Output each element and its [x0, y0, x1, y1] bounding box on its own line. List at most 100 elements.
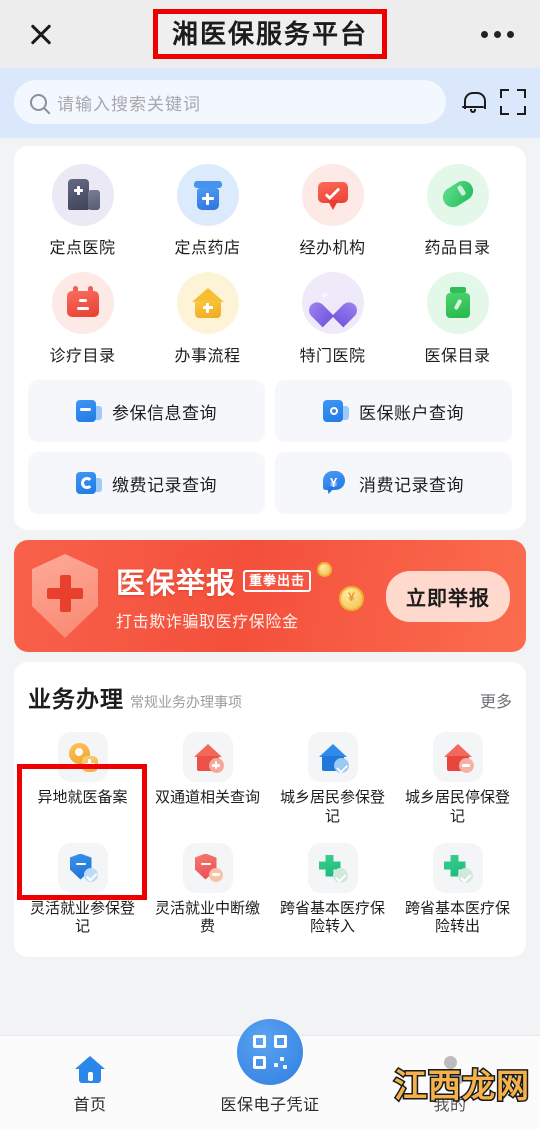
report-now-button[interactable]: 立即举报	[386, 570, 510, 622]
service-item-label: 城乡居民参保登记	[279, 789, 385, 825]
quick-item-label: 定点医院	[49, 240, 116, 257]
search-band: 请输入搜索关键词	[0, 68, 540, 138]
qr-code-icon[interactable]	[237, 1019, 303, 1085]
shield-blue-check-icon	[57, 842, 108, 893]
service-item-label: 城乡居民停保登记	[404, 789, 510, 825]
scan-icon[interactable]	[500, 89, 526, 115]
capsule-icon	[426, 164, 489, 226]
query-button-label: 缴费记录查询	[112, 475, 217, 495]
service-item-linghuojiuyezhongduan[interactable]: 灵活就业中断缴费	[145, 837, 270, 948]
house-blue-check-icon	[307, 732, 358, 782]
service-item-label: 灵活就业中断缴费	[154, 899, 260, 936]
dot	[507, 30, 514, 38]
quick-item-label: 办事流程	[174, 348, 241, 365]
nav-item-ecard[interactable]: 医保电子凭证	[180, 1019, 360, 1129]
service-item-linghuojiuyecanbao[interactable]: 灵活就业参保登记	[20, 837, 145, 948]
watermark: 江西龙网	[393, 1065, 531, 1107]
query-button-xiaofeijilu[interactable]: ¥ 消费记录查询	[275, 452, 512, 514]
banner-subtitle: 打击欺诈骗取医疗保险金	[116, 614, 299, 631]
payment-record-icon	[76, 470, 102, 496]
service-more-link[interactable]: 更多	[480, 688, 512, 712]
service-item-label: 跨省基本医疗保险转入	[279, 899, 385, 936]
quick-entry-card: 定点医院 定点药店 经办机构 药品目录 诊疗目录 办事流程 特门医院 医保目录 …	[14, 146, 526, 530]
coin-icon	[317, 562, 332, 577]
service-item-chengxiangtingbao[interactable]: 城乡居民停保登记	[395, 726, 520, 837]
pharmacy-icon	[176, 164, 239, 226]
search-input[interactable]: 请输入搜索关键词	[14, 80, 446, 124]
house-red-icon	[182, 732, 233, 782]
quick-item-label: 经办机构	[299, 240, 366, 257]
bell-icon[interactable]	[462, 90, 486, 114]
more-dots-icon[interactable]	[481, 30, 514, 38]
consumption-record-icon: ¥	[323, 470, 349, 496]
service-item-kuashengzhuanchu[interactable]: 跨省基本医疗保险转出	[395, 837, 520, 948]
banner-badge: 重拳出击	[243, 570, 312, 592]
medicine-bottle-icon	[426, 272, 489, 334]
quick-item-label: 药品目录	[424, 240, 491, 257]
quick-item-temenyiyuan[interactable]: 特门医院	[270, 268, 395, 376]
agency-badge-icon	[301, 164, 364, 226]
service-header: 业务办理 常规业务办理事项 更多	[20, 676, 520, 726]
service-item-shuangtongdao[interactable]: 双通道相关查询	[145, 726, 270, 837]
nav-item-label: 首页	[73, 1097, 107, 1114]
query-button-label: 参保信息查询	[112, 403, 217, 423]
service-grid: 异地就医备案 双通道相关查询 城乡居民参保登记 城乡居民停保登记 灵活就业参保登…	[20, 726, 520, 947]
service-item-label: 跨省基本医疗保险转出	[404, 899, 510, 936]
quick-item-yaopinmulu[interactable]: 药品目录	[395, 160, 520, 268]
house-red-minus-icon	[432, 732, 483, 782]
quick-item-jingbanjigou[interactable]: 经办机构	[270, 160, 395, 268]
quick-item-label: 特门医院	[299, 348, 366, 365]
page-title-wrapper: 湘医保服务平台	[0, 0, 540, 68]
service-item-kuashengzhuanru[interactable]: 跨省基本医疗保险转入	[270, 837, 395, 948]
report-banner[interactable]: 医保举报 重拳出击 打击欺诈骗取医疗保险金 立即举报	[14, 540, 526, 652]
query-button-label: 消费记录查询	[359, 475, 464, 495]
service-item-yidijiuyibeian[interactable]: 异地就医备案	[20, 726, 145, 837]
insurance-info-icon	[76, 398, 102, 424]
quick-item-label: 医保目录	[424, 348, 491, 365]
page-title: 湘医保服务平台	[152, 8, 387, 60]
quick-item-banshiliucheng[interactable]: 办事流程	[145, 268, 270, 376]
heart-icon	[301, 272, 364, 334]
query-button-jiaofeijilu[interactable]: 缴费记录查询	[28, 452, 265, 514]
quick-item-zhenliaomulu[interactable]: 诊疗目录	[20, 268, 145, 376]
search-icon	[30, 93, 47, 111]
quick-item-yibaomulu[interactable]: 医保目录	[395, 268, 520, 376]
app-screen: 湘医保服务平台 请输入搜索关键词 定点医院 定点药店 经办机构 药品目录 诊疗目…	[0, 0, 540, 1129]
query-button-yibaozhanghu[interactable]: 医保账户查询	[275, 380, 512, 442]
home-icon	[75, 1055, 105, 1085]
banner-title: 医保举报	[116, 568, 237, 600]
shield-red-minus-icon	[182, 842, 233, 893]
query-button-grid: 参保信息查询 医保账户查询 缴费记录查询 ¥ 消费记录查询	[20, 376, 520, 520]
shield-cross-icon	[24, 550, 110, 642]
treatment-calendar-icon	[51, 272, 114, 334]
dot	[481, 30, 488, 38]
dot	[494, 30, 501, 38]
top-bar: 湘医保服务平台	[0, 0, 540, 68]
hospital-icon	[51, 164, 114, 226]
cross-transfer-in-icon	[307, 842, 358, 893]
scroll-body[interactable]: 定点医院 定点药店 经办机构 药品目录 诊疗目录 办事流程 特门医院 医保目录 …	[0, 138, 540, 1035]
service-card: 业务办理 常规业务办理事项 更多 异地就医备案 双通道相关查询 城乡居民参保登记…	[14, 662, 526, 957]
service-item-chengxiangcanbao[interactable]: 城乡居民参保登记	[270, 726, 395, 837]
search-placeholder: 请输入搜索关键词	[57, 94, 201, 114]
process-house-icon	[176, 272, 239, 334]
location-pin-plus-icon	[57, 732, 108, 782]
cross-transfer-out-icon	[432, 842, 483, 893]
coin-icon	[339, 586, 364, 611]
nav-item-label: 医保电子凭证	[220, 1097, 320, 1114]
query-button-label: 医保账户查询	[359, 403, 464, 423]
query-button-canbaoxinxi[interactable]: 参保信息查询	[28, 380, 265, 442]
service-item-label: 灵活就业参保登记	[29, 899, 135, 936]
service-item-label: 双通道相关查询	[154, 789, 260, 806]
quick-item-label: 定点药店	[174, 240, 241, 257]
close-icon[interactable]	[26, 19, 56, 49]
quick-item-dingdianyiyuan[interactable]: 定点医院	[20, 160, 145, 268]
service-item-label: 异地就医备案	[37, 789, 128, 806]
service-subtitle: 常规业务办理事项	[130, 694, 242, 710]
quick-item-label: 诊疗目录	[49, 348, 116, 365]
quick-entry-grid: 定点医院 定点药店 经办机构 药品目录 诊疗目录 办事流程 特门医院 医保目录	[20, 160, 520, 376]
service-title: 业务办理	[28, 686, 124, 712]
quick-item-dingdianyaodian[interactable]: 定点药店	[145, 160, 270, 268]
account-wallet-icon	[323, 398, 349, 424]
nav-item-home[interactable]: 首页	[0, 1055, 180, 1129]
